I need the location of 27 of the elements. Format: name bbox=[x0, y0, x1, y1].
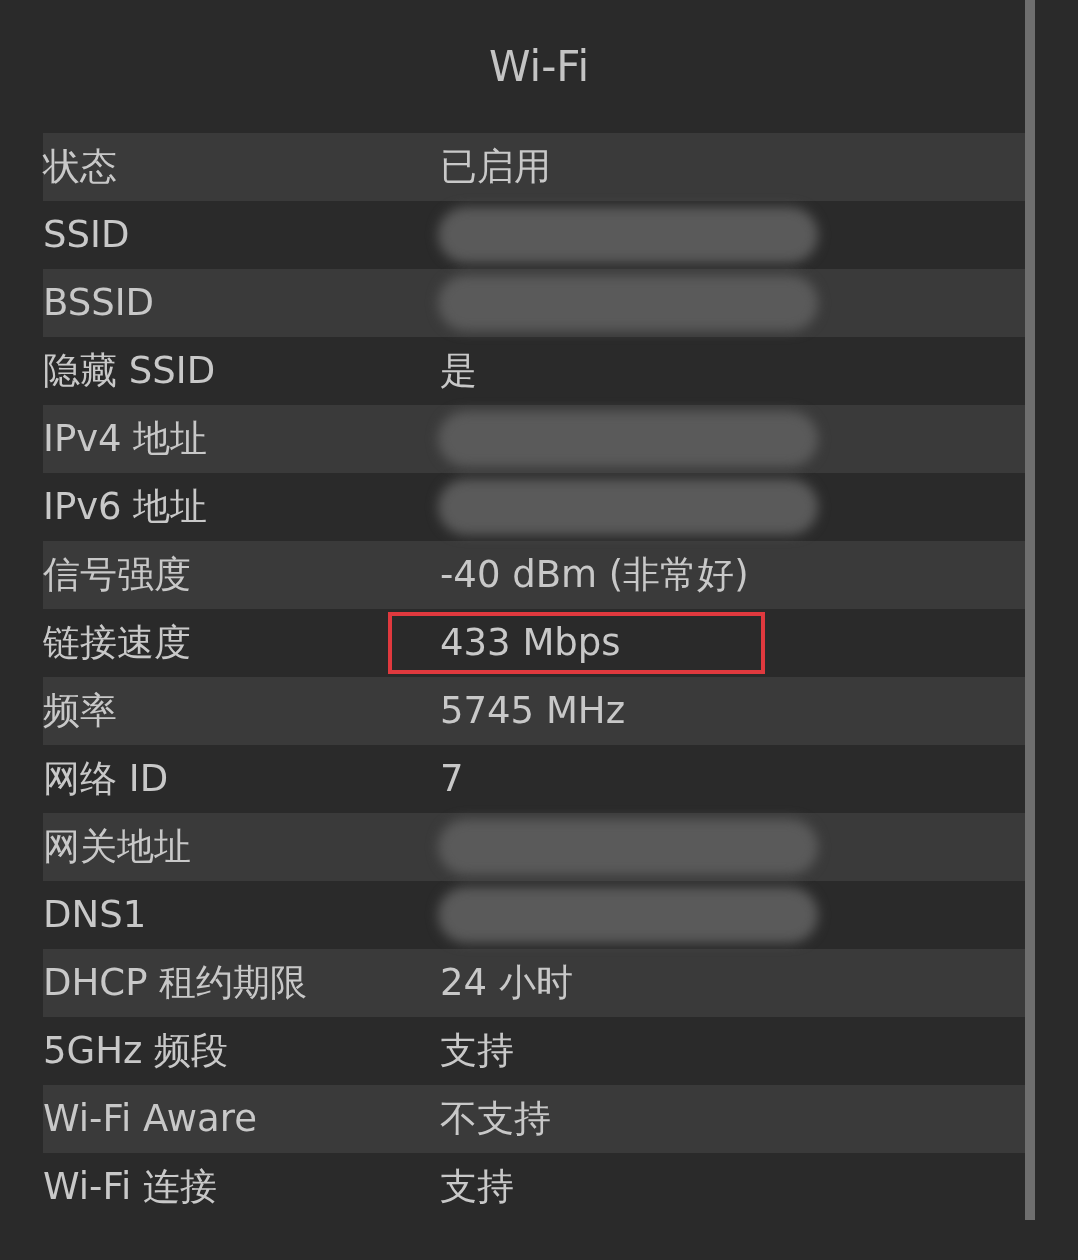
row-value: 支持 bbox=[440, 1164, 514, 1211]
row-label: 频率 bbox=[43, 688, 118, 735]
row-label: 信号强度 bbox=[43, 552, 192, 599]
row-label: Wi-Fi Aware bbox=[43, 1096, 258, 1143]
row-label: IPv4 地址 bbox=[43, 416, 209, 463]
row-label: BSSID bbox=[43, 280, 156, 327]
screen-title: Wi-Fi bbox=[488, 41, 590, 93]
row-value: 7 bbox=[440, 756, 464, 803]
row-label: 链接速度 bbox=[43, 620, 192, 667]
row-value: 24 小时 bbox=[440, 960, 573, 1007]
row-value: 433 Mbps bbox=[440, 620, 621, 667]
row-value: 已启用 bbox=[440, 144, 551, 191]
row-label: SSID bbox=[43, 212, 131, 259]
row-value: 是 bbox=[440, 348, 477, 395]
row-value: -40 dBm (非常好) bbox=[440, 552, 749, 599]
row-label: Wi-Fi 连接 bbox=[43, 1164, 219, 1211]
row-label: DNS1 bbox=[43, 892, 148, 939]
row-label: 网络 ID bbox=[43, 756, 170, 803]
row-label: 5GHz 频段 bbox=[43, 1028, 230, 1075]
row-value: 不支持 bbox=[440, 1096, 551, 1143]
row-label: 网关地址 bbox=[43, 824, 192, 871]
row-value: 支持 bbox=[440, 1028, 514, 1075]
row-label: 状态 bbox=[43, 144, 118, 191]
row-label: IPv6 地址 bbox=[43, 484, 209, 531]
row-label: DHCP 租约期限 bbox=[43, 960, 309, 1007]
row-value: 5745 MHz bbox=[440, 688, 626, 735]
row-label: 隐藏 SSID bbox=[43, 348, 217, 395]
